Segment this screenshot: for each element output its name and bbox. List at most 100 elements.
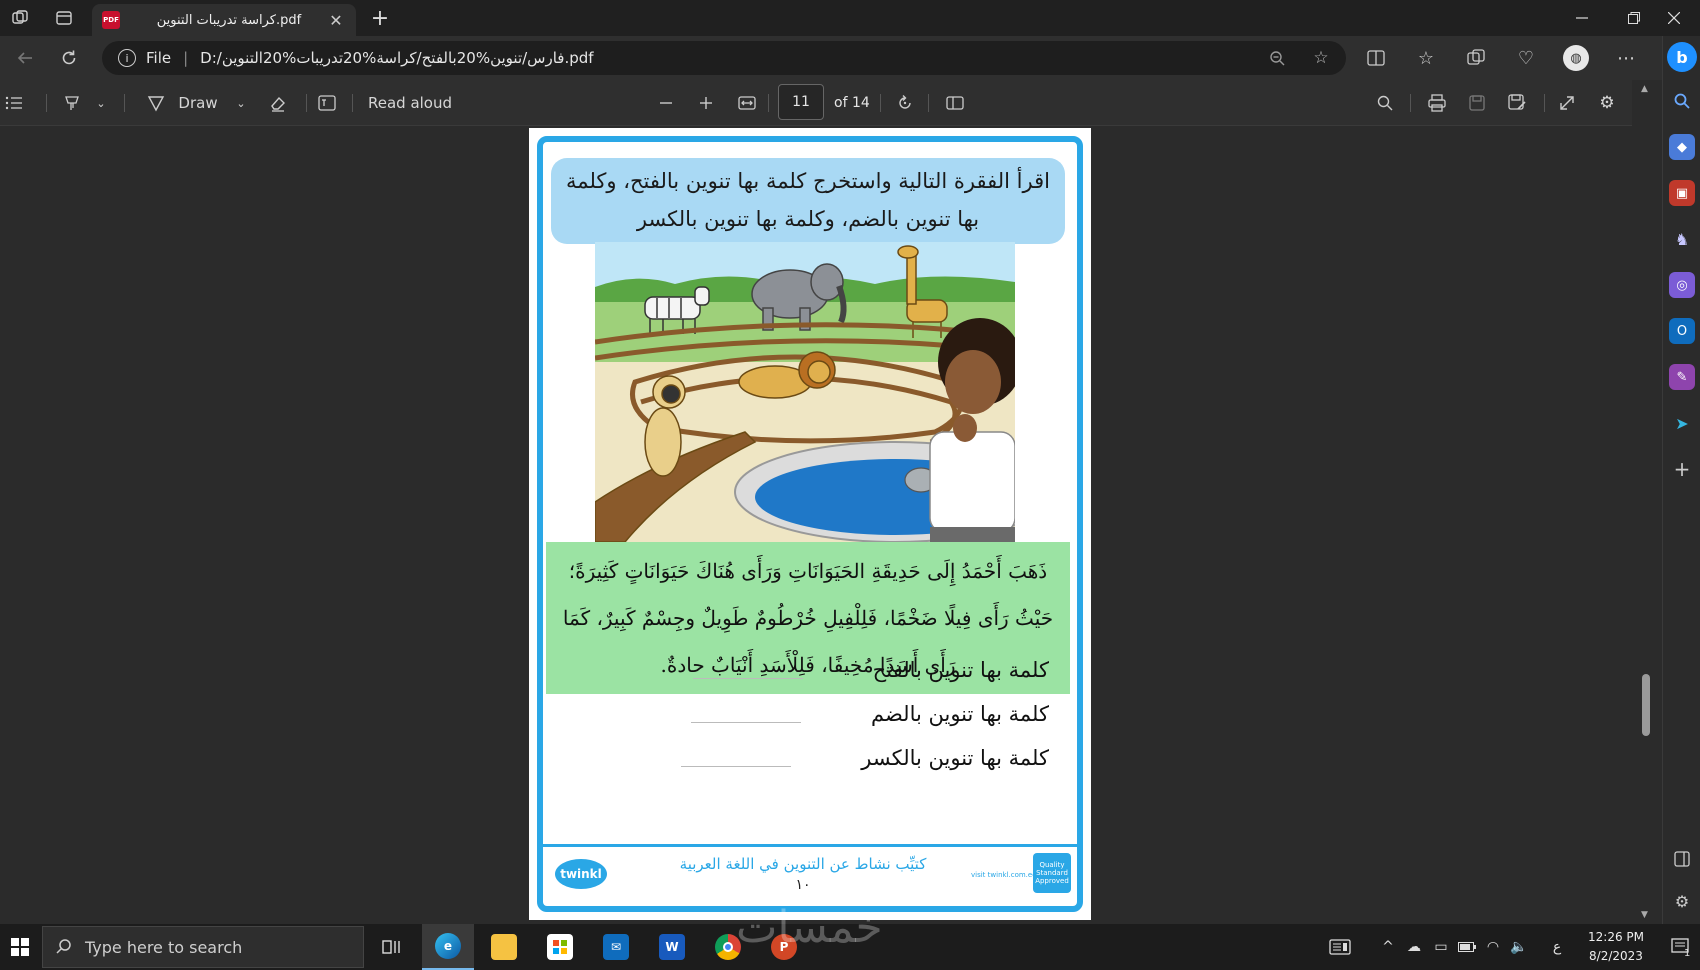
divider	[1544, 94, 1545, 112]
divider	[1410, 94, 1411, 112]
taskbar-mail[interactable]: ✉	[590, 924, 642, 970]
pdf-settings-icon[interactable]: ⚙	[1592, 80, 1622, 126]
draw-icon[interactable]	[140, 80, 172, 126]
address-bar-row: i File | D:/فارس/تنوين%20بالفتح/كراسة%20…	[0, 36, 1662, 80]
copilot-icon[interactable]: ◎	[1669, 272, 1695, 298]
mail-icon: ✉	[603, 934, 629, 960]
zoom-in-button[interactable]	[692, 80, 720, 126]
scroll-thumb[interactable]	[1642, 674, 1650, 736]
briefcase-icon[interactable]: ▣	[1669, 180, 1695, 206]
news-widget-icon[interactable]	[1326, 924, 1354, 970]
more-menu-icon[interactable]: ⋯	[1604, 36, 1648, 80]
find-icon[interactable]	[1370, 80, 1400, 126]
vertical-scrollbar[interactable]: ▲ ▼	[1632, 80, 1662, 924]
tag-icon[interactable]: ◆	[1669, 134, 1695, 160]
send-icon[interactable]: ➤	[1669, 410, 1695, 436]
close-tab-icon[interactable]: ✕	[326, 11, 346, 30]
volume-icon[interactable]: 🔈	[1508, 924, 1530, 970]
save-as-icon[interactable]	[1502, 80, 1532, 126]
close-window-button[interactable]	[1648, 0, 1700, 36]
windows-start-icon[interactable]	[0, 924, 40, 970]
answer-blank[interactable]	[681, 749, 792, 767]
footer-title: كتيِّب نشاط عن التنوين في اللغة العربية	[679, 855, 927, 873]
answer-blank[interactable]	[692, 661, 803, 679]
copilot-bing-icon[interactable]: b	[1667, 42, 1697, 72]
refresh-button[interactable]	[44, 36, 94, 80]
taskbar-word[interactable]: W	[646, 924, 698, 970]
minimize-button[interactable]	[1556, 0, 1608, 36]
eraser-icon[interactable]	[262, 80, 292, 126]
fit-width-icon[interactable]	[732, 80, 762, 126]
input-language[interactable]: ع	[1546, 924, 1568, 970]
taskbar-clock[interactable]: 12:26 PM 8/2/2023	[1576, 928, 1656, 966]
divider	[880, 94, 881, 112]
info-icon[interactable]: i	[118, 49, 136, 67]
highlight-icon[interactable]	[56, 80, 88, 126]
settings-icon[interactable]: ⚙	[1669, 888, 1695, 914]
watermark-text: خمسات	[736, 902, 883, 953]
battery-icon[interactable]	[1456, 924, 1478, 970]
scroll-up-icon[interactable]: ▲	[1641, 84, 1648, 94]
visit-text: visit twinkl.com.eg	[971, 871, 1037, 879]
search-icon[interactable]	[1669, 88, 1695, 114]
favorite-star-icon[interactable]: ☆	[1304, 41, 1338, 75]
tab-title: كراسة تدريبات التنوين.pdf	[156, 12, 302, 28]
rotate-icon[interactable]	[890, 80, 920, 126]
show-hidden-icons-icon[interactable]: ^	[1378, 924, 1398, 970]
notifications-icon[interactable]: 1	[1666, 924, 1696, 970]
save-icon[interactable]	[1462, 80, 1492, 126]
notification-count: 1	[1684, 948, 1691, 959]
fullscreen-icon[interactable]	[1552, 80, 1582, 126]
answer-line-kasra: كلمة بها تنوين بالكسر	[579, 738, 1049, 778]
answer-line-fatha: كلمة بها تنوين بالفتح	[579, 650, 1049, 690]
tab-pdf[interactable]: PDF كراسة تدريبات التنوين.pdf ✕	[92, 4, 356, 36]
avatar: ◍	[1563, 45, 1589, 71]
text-box-icon[interactable]	[312, 80, 342, 126]
browser-essentials-icon[interactable]: ♡	[1504, 36, 1548, 80]
answer-blank[interactable]	[691, 705, 801, 723]
plus-icon[interactable]: +	[1669, 456, 1695, 482]
workspaces-icon[interactable]	[0, 0, 40, 36]
print-icon[interactable]	[1422, 80, 1452, 126]
profile-button[interactable]: ◍	[1554, 36, 1598, 80]
split-icon[interactable]	[1669, 846, 1695, 872]
taskbar-file-explorer[interactable]	[478, 924, 530, 970]
divider	[46, 94, 47, 112]
wifi-icon[interactable]: ◠	[1482, 924, 1504, 970]
draw-button[interactable]: Draw	[176, 80, 220, 126]
collections-icon[interactable]	[1454, 36, 1498, 80]
task-view-icon[interactable]	[366, 924, 418, 970]
chess-icon[interactable]: ♞	[1669, 226, 1695, 252]
highlight-dropdown-icon[interactable]: ⌄	[88, 80, 114, 126]
favorites-icon[interactable]: ☆	[1404, 36, 1448, 80]
store-icon	[547, 934, 573, 960]
address-scheme: File	[146, 49, 172, 67]
notes-icon[interactable]: ✎	[1669, 364, 1695, 390]
back-button[interactable]	[0, 36, 50, 80]
answer-label: كلمة بها تنوين بالفتح	[872, 658, 1049, 682]
address-omnibox[interactable]: i File | D:/فارس/تنوين%20بالفتح/كراسة%20…	[102, 41, 1346, 75]
zoom-out-icon[interactable]	[1260, 41, 1294, 75]
page-number-input[interactable]: 11	[778, 84, 824, 120]
page-view-icon[interactable]	[940, 80, 970, 126]
meet-now-icon[interactable]: ▭	[1430, 924, 1452, 970]
taskbar-edge[interactable]: e	[422, 924, 474, 970]
twinkl-logo: twinkl	[555, 859, 607, 889]
zoom-out-button[interactable]	[652, 80, 680, 126]
tab-actions-icon[interactable]	[44, 0, 84, 36]
taskbar-search-box[interactable]: Type here to search	[42, 926, 364, 968]
split-screen-icon[interactable]	[1354, 36, 1398, 80]
divider	[124, 94, 125, 112]
new-tab-button[interactable]: +	[366, 4, 394, 32]
taskbar-store[interactable]	[534, 924, 586, 970]
divider	[306, 94, 307, 112]
scroll-down-icon[interactable]: ▼	[1641, 910, 1648, 920]
contents-icon[interactable]	[0, 80, 28, 126]
onedrive-icon[interactable]: ☁	[1402, 924, 1426, 970]
divider	[768, 94, 769, 112]
page-count: of 14	[834, 95, 870, 111]
taskbar-search-placeholder: Type here to search	[85, 937, 243, 957]
outlook-icon[interactable]: O	[1669, 318, 1695, 344]
draw-dropdown-icon[interactable]: ⌄	[228, 80, 254, 126]
read-aloud-button[interactable]: Read aloud	[362, 80, 458, 126]
